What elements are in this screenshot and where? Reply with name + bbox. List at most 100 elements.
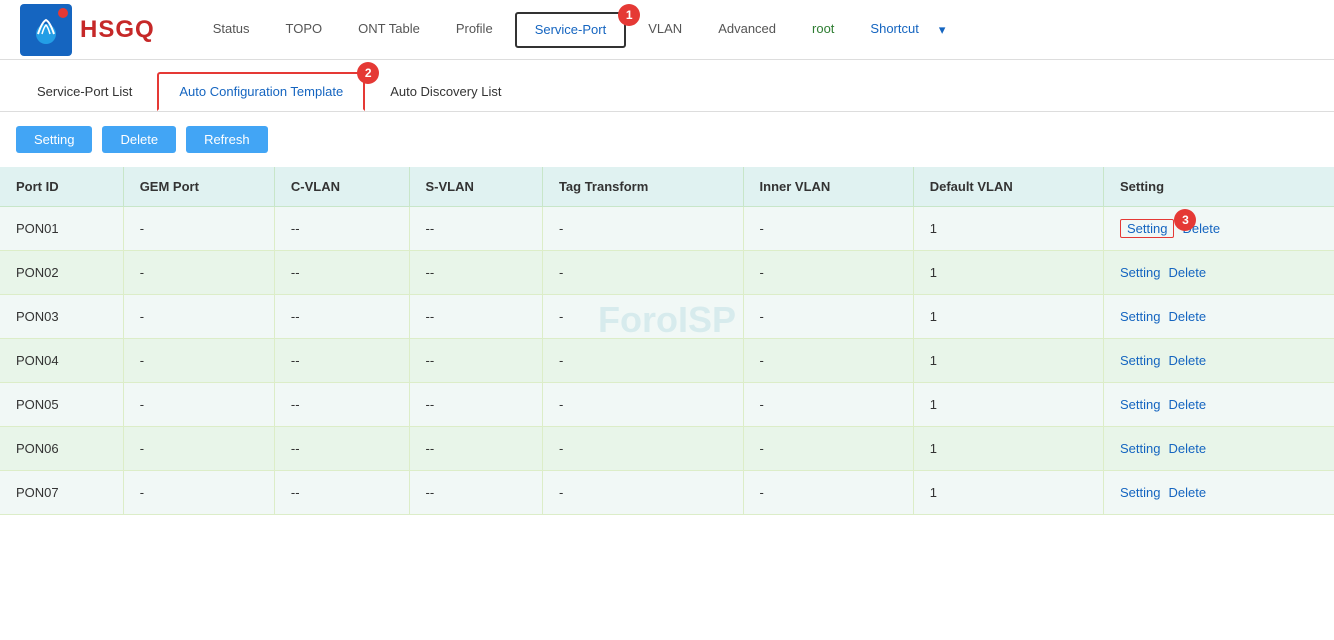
cell-c-vlan: -- <box>274 427 409 471</box>
nav-topo[interactable]: TOPO <box>268 0 341 60</box>
refresh-button[interactable]: Refresh <box>186 126 268 153</box>
tab-service-port-list[interactable]: Service-Port List <box>16 73 153 110</box>
row-setting-link[interactable]: Setting <box>1120 219 1174 238</box>
row-setting-link[interactable]: Setting <box>1120 353 1160 368</box>
cell-gem-port: - <box>123 251 274 295</box>
cell-default-vlan: 1 <box>913 295 1103 339</box>
nav-profile[interactable]: Profile <box>438 0 511 60</box>
cell-gem-port: - <box>123 383 274 427</box>
cell-c-vlan: -- <box>274 339 409 383</box>
table-row: PON06-------1SettingDelete <box>0 427 1334 471</box>
cell-inner-vlan: - <box>743 383 913 427</box>
row-delete-link[interactable]: Delete <box>1168 265 1206 280</box>
delete-button[interactable]: Delete <box>102 126 176 153</box>
nav-ont-table[interactable]: ONT Table <box>340 0 438 60</box>
cell-default-vlan: 1 <box>913 471 1103 515</box>
cell-port-id: PON02 <box>0 251 123 295</box>
logo-area: HSGQ <box>20 4 155 56</box>
cell-tag-transform: - <box>542 383 743 427</box>
cell-port-id: PON06 <box>0 427 123 471</box>
row-delete-link[interactable]: Delete <box>1168 441 1206 456</box>
logo-text: HSGQ <box>80 16 155 44</box>
cell-s-vlan: -- <box>409 207 542 251</box>
cell-port-id: PON04 <box>0 339 123 383</box>
cell-tag-transform: - <box>542 251 743 295</box>
cell-actions: Setting Delete <box>1103 251 1334 295</box>
cell-s-vlan: -- <box>409 427 542 471</box>
col-gem-port: GEM Port <box>123 167 274 207</box>
cell-gem-port: - <box>123 427 274 471</box>
table-row: PON05-------1SettingDelete <box>0 383 1334 427</box>
tabs-bar: Service-Port List Auto Configuration Tem… <box>0 60 1334 112</box>
table-row: PON07-------1SettingDelete <box>0 471 1334 515</box>
header: HSGQ Status TOPO ONT Table Profile Servi… <box>0 0 1334 60</box>
cell-s-vlan: -- <box>409 471 542 515</box>
row-delete-link[interactable]: Delete <box>1168 485 1206 500</box>
cell-c-vlan: -- <box>274 383 409 427</box>
col-default-vlan: Default VLAN <box>913 167 1103 207</box>
col-tag-transform: Tag Transform <box>542 167 743 207</box>
row-setting-link[interactable]: Setting <box>1120 441 1160 456</box>
cell-port-id: PON07 <box>0 471 123 515</box>
cell-actions: Setting Delete <box>1103 471 1334 515</box>
cell-actions: Setting Delete <box>1103 339 1334 383</box>
tab-auto-discovery-list[interactable]: Auto Discovery List <box>369 73 522 110</box>
cell-port-id: PON01 <box>0 207 123 251</box>
cell-s-vlan: -- <box>409 383 542 427</box>
row-delete-link[interactable]: Delete <box>1168 309 1206 324</box>
cell-port-id: PON03 <box>0 295 123 339</box>
cell-tag-transform: - <box>542 339 743 383</box>
cell-tag-transform: - <box>542 471 743 515</box>
table-row: PON01-------1Setting3Delete <box>0 207 1334 251</box>
col-c-vlan: C-VLAN <box>274 167 409 207</box>
table-header-row: Port ID GEM Port C-VLAN S-VLAN Tag Trans… <box>0 167 1334 207</box>
cell-actions: Setting Delete <box>1103 295 1334 339</box>
setting-button[interactable]: Setting <box>16 126 92 153</box>
nav-advanced[interactable]: Advanced <box>700 0 794 60</box>
cell-gem-port: - <box>123 295 274 339</box>
cell-default-vlan: 1 <box>913 339 1103 383</box>
cell-inner-vlan: - <box>743 207 913 251</box>
table-row: PON02-------1SettingDelete <box>0 251 1334 295</box>
tab-auto-config-template[interactable]: Auto Configuration Template <box>157 72 365 111</box>
cell-actions: Setting3Delete <box>1103 207 1334 251</box>
row-delete-link[interactable]: Delete <box>1168 397 1206 412</box>
row-setting-link[interactable]: Setting <box>1120 309 1160 324</box>
cell-default-vlan: 1 <box>913 207 1103 251</box>
cell-s-vlan: -- <box>409 339 542 383</box>
cell-gem-port: - <box>123 207 274 251</box>
cell-c-vlan: -- <box>274 251 409 295</box>
nav-shortcut[interactable]: Shortcut <box>852 0 936 60</box>
cell-s-vlan: -- <box>409 251 542 295</box>
col-inner-vlan: Inner VLAN <box>743 167 913 207</box>
cell-actions: Setting Delete <box>1103 383 1334 427</box>
main-nav: Status TOPO ONT Table Profile Service-Po… <box>195 0 1314 60</box>
nav-status[interactable]: Status <box>195 0 268 60</box>
cell-gem-port: - <box>123 339 274 383</box>
row-setting-link[interactable]: Setting <box>1120 485 1160 500</box>
main-table: Port ID GEM Port C-VLAN S-VLAN Tag Trans… <box>0 167 1334 515</box>
nav-root[interactable]: root <box>794 0 852 60</box>
cell-s-vlan: -- <box>409 295 542 339</box>
cell-inner-vlan: - <box>743 251 913 295</box>
cell-gem-port: - <box>123 471 274 515</box>
nav-service-port[interactable]: Service-Port <box>515 12 627 48</box>
cell-default-vlan: 1 <box>913 427 1103 471</box>
row-setting-link[interactable]: Setting <box>1120 265 1160 280</box>
cell-c-vlan: -- <box>274 471 409 515</box>
cell-default-vlan: 1 <box>913 251 1103 295</box>
cell-actions: Setting Delete <box>1103 427 1334 471</box>
cell-tag-transform: - <box>542 295 743 339</box>
shortcut-dropdown-icon[interactable]: ▾ <box>939 22 946 38</box>
cell-c-vlan: -- <box>274 295 409 339</box>
cell-port-id: PON05 <box>0 383 123 427</box>
col-setting: Setting <box>1103 167 1334 207</box>
cell-tag-transform: - <box>542 207 743 251</box>
row-setting-link[interactable]: Setting <box>1120 397 1160 412</box>
row-delete-link[interactable]: Delete <box>1168 353 1206 368</box>
table-row: PON04-------1SettingDelete <box>0 339 1334 383</box>
cell-inner-vlan: - <box>743 427 913 471</box>
nav-vlan[interactable]: VLAN <box>630 0 700 60</box>
logo-icon <box>20 4 72 56</box>
table-container: Port ID GEM Port C-VLAN S-VLAN Tag Trans… <box>0 167 1334 515</box>
